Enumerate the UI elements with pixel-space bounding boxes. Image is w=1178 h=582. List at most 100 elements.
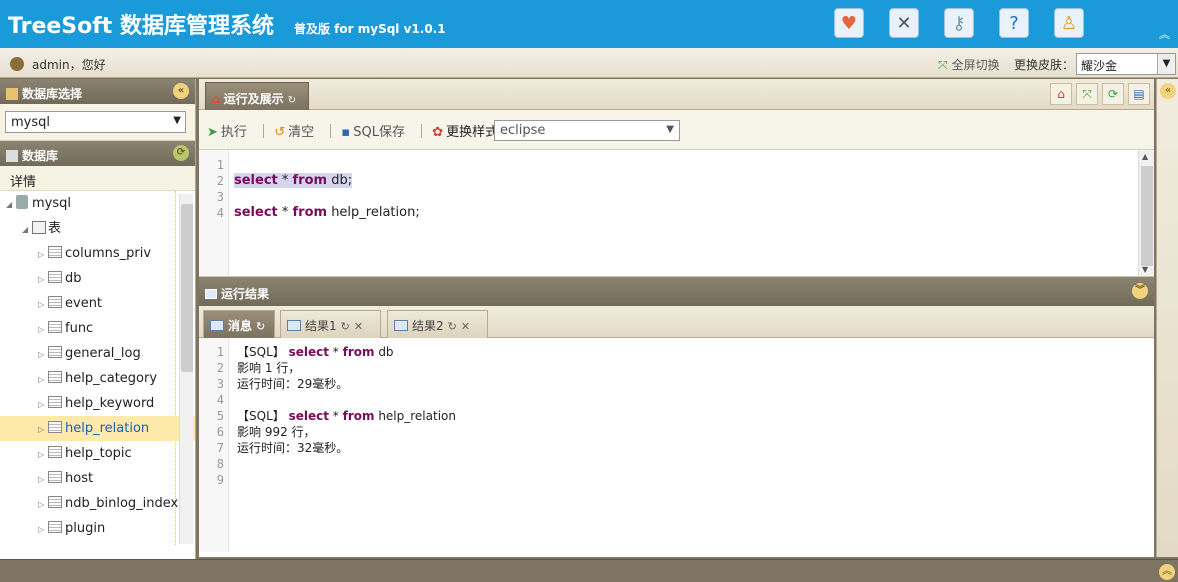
- run-icon: ➤: [207, 125, 218, 140]
- table-name: host: [65, 471, 94, 486]
- collapse-left-icon[interactable]: «: [173, 83, 189, 99]
- editor-scrollbar[interactable]: ▲ ▼: [1138, 150, 1154, 276]
- home-icon[interactable]: ⌂: [1050, 83, 1072, 105]
- collapse-result-icon[interactable]: ︾: [1132, 283, 1148, 299]
- table-icon: [48, 296, 62, 308]
- expand-icon[interactable]: ▷: [38, 242, 48, 267]
- refresh-tab-icon[interactable]: ↻: [256, 320, 265, 333]
- heart-icon[interactable]: ♥: [834, 8, 864, 38]
- refresh-tab-icon[interactable]: ↻: [448, 320, 457, 333]
- tree-table-row[interactable]: ▷ event: [0, 291, 195, 316]
- expand-icon[interactable]: ▷: [38, 417, 48, 442]
- run-button[interactable]: ➤ 执行: [207, 121, 247, 140]
- clear-button[interactable]: ↺ 清空: [274, 121, 314, 140]
- table-icon: [48, 471, 62, 483]
- code-line: select * from db;: [234, 173, 420, 189]
- expand-icon[interactable]: ◢: [6, 192, 16, 217]
- close-icon[interactable]: ✕: [354, 320, 363, 333]
- right-collapsed-panel: «: [1156, 79, 1178, 557]
- save-sql-button[interactable]: ▪ SQL保存: [341, 121, 405, 140]
- runner-icon[interactable]: ♙: [1054, 8, 1084, 38]
- tree-table-row[interactable]: ▷ help_category: [0, 366, 195, 391]
- user-bar: admin，您好 ⤧ 全屏切换 更换皮肤：: [0, 48, 1178, 78]
- fullscreen-toggle[interactable]: ⤧ 全屏切换: [938, 56, 1000, 73]
- theme-select[interactable]: eclipse ▼: [494, 120, 680, 141]
- sql-prefix: 【SQL】: [237, 345, 289, 359]
- chevron-down-icon[interactable]: ▼: [666, 124, 674, 135]
- sql-editor[interactable]: 1 2 3 4 select * from db; select * from …: [199, 150, 1154, 277]
- tab-tools: ⌂ ⤧ ⟳ ▤: [1046, 83, 1150, 105]
- result-header: 运行结果 ︾: [199, 277, 1154, 306]
- tab-result2[interactable]: 结果2 ↻ ✕: [387, 310, 488, 338]
- tree-table-row[interactable]: ▷ plugin: [0, 516, 195, 541]
- message-output[interactable]: 1 2 3 4 5 6 7 8 9 【SQL】 select * from db…: [199, 338, 1154, 552]
- tree-table-row[interactable]: ▷ ndb_binlog_index: [0, 491, 195, 516]
- expand-icon[interactable]: ▷: [38, 342, 48, 367]
- tree-table-row[interactable]: ▷ help_keyword: [0, 391, 195, 416]
- tree-table-row-selected[interactable]: ▷ help_relation: [0, 416, 195, 441]
- output-gutter: 1 2 3 4 5 6 7 8 9: [199, 338, 229, 552]
- tab-run-display[interactable]: ⌂ 运行及展示 ↻: [205, 82, 309, 110]
- tab-result1[interactable]: 结果1 ↻ ✕: [280, 310, 381, 338]
- output-line: 运行时间：29毫秒。: [237, 377, 349, 391]
- tree-scrollbar[interactable]: [179, 194, 193, 544]
- palette-icon: ✿: [432, 125, 444, 140]
- tree-node-tables[interactable]: ◢ 表: [0, 216, 195, 241]
- tree-table-row[interactable]: ▷ db: [0, 266, 195, 291]
- tree-node-db[interactable]: ◢ mysql: [0, 191, 195, 216]
- tree-table-row[interactable]: ▷ func: [0, 316, 195, 341]
- chevron-down-icon[interactable]: ▼: [1157, 54, 1175, 74]
- expand-icon[interactable]: ▷: [38, 392, 48, 417]
- key-icon[interactable]: ⚷: [944, 8, 974, 38]
- tools-icon[interactable]: ✕: [889, 8, 919, 38]
- code-text: help_relation: [374, 409, 456, 423]
- clear-icon: ↺: [274, 125, 286, 140]
- tree-table-row[interactable]: ▷ columns_priv: [0, 241, 195, 266]
- tree-node-label: 表: [48, 221, 62, 236]
- expand-icon[interactable]: ◢: [22, 217, 32, 242]
- expand-icon[interactable]: ▷: [38, 292, 48, 317]
- tree-table-row[interactable]: ▷ general_log: [0, 341, 195, 366]
- db-header: 数据库 ⟳: [0, 141, 195, 166]
- refresh-tab-icon[interactable]: ↻: [341, 320, 350, 333]
- expand-icon[interactable]: ▷: [38, 317, 48, 342]
- expand-icon[interactable]: ▷: [38, 542, 48, 545]
- expand-icon[interactable]: ▷: [38, 267, 48, 292]
- tree-table-row[interactable]: ▷ host: [0, 466, 195, 491]
- collapse-header-icon[interactable]: ︽: [1159, 26, 1170, 42]
- refresh-icon[interactable]: ⟳: [1102, 83, 1124, 105]
- keyword: from: [342, 345, 375, 359]
- scroll-down-icon[interactable]: ▼: [1142, 265, 1148, 274]
- expand-footer-icon[interactable]: ︽: [1159, 564, 1175, 580]
- table-icon: [48, 421, 62, 433]
- chevron-down-icon[interactable]: ▼: [173, 115, 181, 126]
- db-select-header: 数据库选择 «: [0, 79, 195, 104]
- scrollbar-thumb[interactable]: [181, 204, 193, 372]
- scrollbar-thumb[interactable]: [1141, 166, 1153, 266]
- fullscreen-icon[interactable]: ⤧: [1076, 83, 1098, 105]
- expand-icon[interactable]: ▷: [38, 517, 48, 542]
- window-icon[interactable]: ▤: [1128, 83, 1150, 105]
- close-icon[interactable]: ✕: [461, 320, 470, 333]
- tab-message[interactable]: 消息 ↻: [203, 310, 275, 338]
- expand-icon[interactable]: ▷: [38, 492, 48, 517]
- expand-right-icon[interactable]: «: [1160, 83, 1176, 99]
- expand-icon[interactable]: ▷: [38, 442, 48, 467]
- skin-select[interactable]: 耀沙金 ▼: [1076, 53, 1176, 75]
- fullscreen-icon: ⤧: [938, 58, 948, 72]
- scroll-up-icon[interactable]: ▲: [1142, 152, 1148, 161]
- output-text: 【SQL】 select * from db 影响 1 行， 运行时间：29毫秒…: [237, 344, 456, 456]
- editor-code[interactable]: select * from db; select * from help_rel…: [234, 157, 420, 221]
- tree-table-row[interactable]: ▷proc: [0, 541, 195, 545]
- expand-icon[interactable]: ▷: [38, 367, 48, 392]
- help-icon[interactable]: ?: [999, 8, 1029, 38]
- table-icon: [48, 371, 62, 383]
- keyword: from: [292, 173, 328, 188]
- tree-table-row[interactable]: ▷ help_topic: [0, 441, 195, 466]
- refresh-icon[interactable]: ⟳: [173, 145, 189, 161]
- table-icon: [287, 320, 301, 331]
- refresh-tab-icon[interactable]: ↻: [288, 95, 296, 106]
- db-select[interactable]: mysql ▼: [5, 111, 186, 133]
- expand-icon[interactable]: ▷: [38, 467, 48, 492]
